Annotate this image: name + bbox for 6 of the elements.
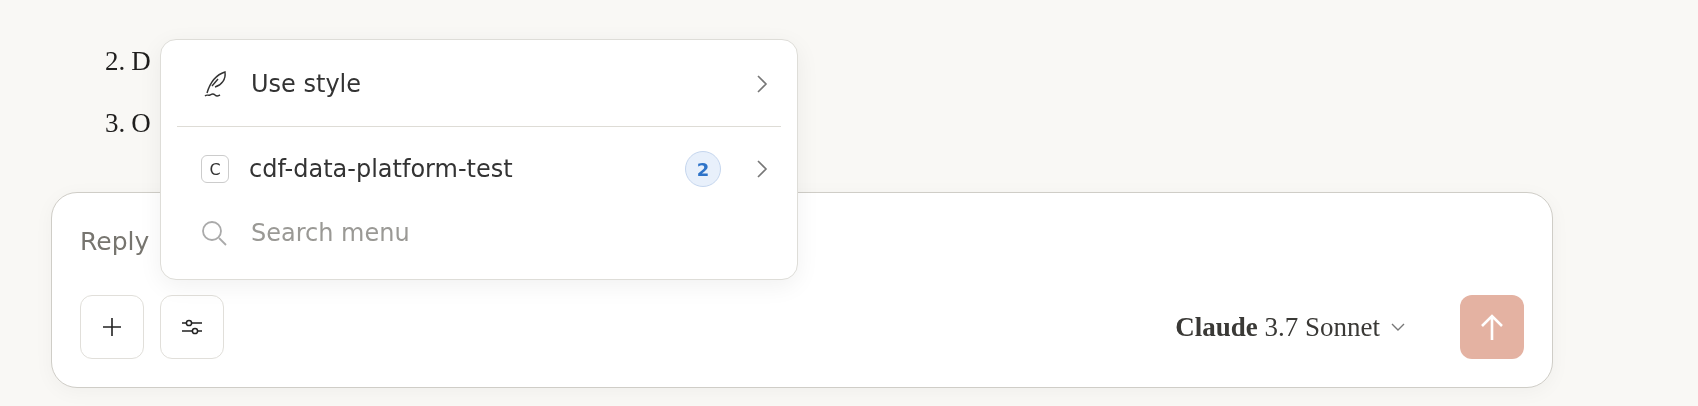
list-item-text: D bbox=[131, 45, 151, 78]
list-number: 3. bbox=[105, 107, 126, 140]
list-number: 2. bbox=[105, 45, 126, 78]
list-item-text: O bbox=[131, 107, 151, 140]
count-badge: 2 bbox=[685, 151, 721, 187]
project-icon: C bbox=[201, 155, 229, 183]
